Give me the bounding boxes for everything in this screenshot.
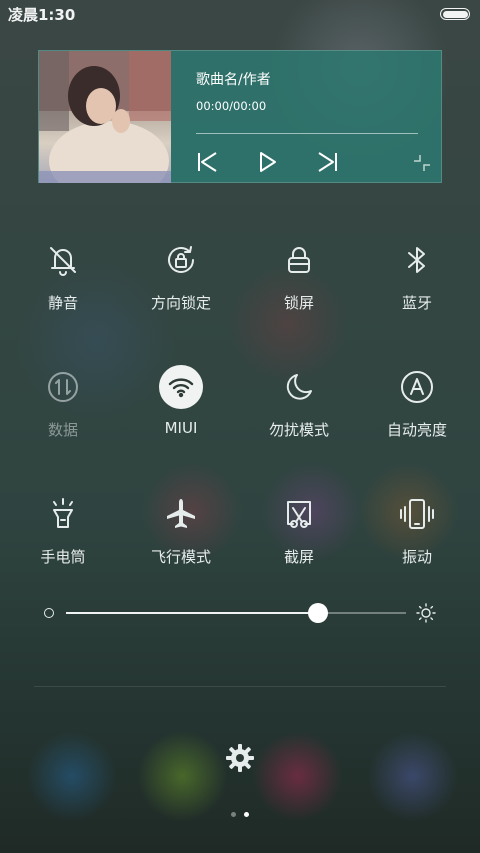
- lock-icon: [277, 238, 321, 282]
- vibrate-icon: [395, 492, 439, 536]
- toggle-do-not-disturb[interactable]: 勿扰模式: [244, 365, 354, 455]
- divider: [34, 686, 446, 687]
- toggle-wifi[interactable]: MIUI: [126, 365, 236, 455]
- status-bar: 凌晨1:30: [0, 0, 480, 28]
- bell-off-icon: [41, 238, 85, 282]
- play-icon: [260, 152, 276, 172]
- toggle-label: 截屏: [283, 548, 314, 566]
- skip-previous-icon: [198, 152, 217, 172]
- album-art[interactable]: [39, 51, 171, 183]
- toggle-label: MIUI: [164, 419, 198, 437]
- previous-track-button[interactable]: [195, 149, 221, 175]
- toggle-label: 蓝牙: [401, 294, 432, 312]
- gear-icon: [226, 744, 254, 772]
- rotation-lock-icon: [159, 238, 203, 282]
- page-indicator: [228, 812, 252, 820]
- bluetooth-icon: [395, 238, 439, 282]
- auto-brightness-icon: [395, 365, 439, 409]
- toggle-airplane-mode[interactable]: 飞行模式: [126, 492, 236, 582]
- toggle-label: 锁屏: [283, 294, 314, 312]
- flashlight-icon: [41, 492, 85, 536]
- next-track-button[interactable]: [314, 149, 340, 175]
- wifi-icon: [159, 365, 203, 409]
- toggle-screenshot[interactable]: 截屏: [244, 492, 354, 582]
- toggle-label: 振动: [401, 548, 432, 566]
- brightness-thumb[interactable]: [307, 603, 328, 623]
- song-title: 歌曲名/作者: [196, 72, 271, 88]
- brightness-slider[interactable]: [40, 600, 440, 626]
- music-widget[interactable]: 歌曲名/作者 00:00/00:00: [38, 50, 442, 183]
- toggle-bluetooth[interactable]: 蓝牙: [362, 238, 472, 328]
- toggle-lock-screen[interactable]: 锁屏: [244, 238, 354, 328]
- battery-icon: [440, 8, 470, 20]
- toggle-rotation-lock[interactable]: 方向锁定: [126, 238, 236, 328]
- toggle-label: 勿扰模式: [268, 421, 329, 439]
- toggle-flashlight[interactable]: 手电筒: [8, 492, 118, 582]
- toggle-silent[interactable]: 静音: [8, 238, 118, 328]
- song-progress-bar[interactable]: [196, 133, 418, 134]
- brightness-low-icon: [44, 608, 54, 618]
- status-time: 凌晨1:30: [8, 5, 76, 24]
- toggle-label: 静音: [47, 294, 78, 312]
- toggle-label: 手电筒: [40, 548, 86, 566]
- screenshot-icon: [277, 492, 321, 536]
- toggle-label: 飞行模式: [150, 548, 211, 566]
- toggle-label: 数据: [47, 421, 78, 439]
- page-dot-current: [244, 812, 249, 817]
- brightness-high-icon: [416, 603, 436, 623]
- brightness-fill: [66, 612, 318, 614]
- moon-icon: [277, 365, 321, 409]
- toggle-mobile-data[interactable]: 数据: [8, 365, 118, 455]
- toggle-vibrate[interactable]: 振动: [362, 492, 472, 582]
- settings-button[interactable]: [224, 742, 256, 774]
- song-time: 00:00/00:00: [196, 99, 267, 113]
- toggle-label: 自动亮度: [386, 421, 447, 439]
- skip-next-icon: [318, 152, 337, 172]
- collapse-icon: [414, 155, 430, 171]
- toggle-label: 方向锁定: [150, 294, 211, 312]
- play-button[interactable]: [254, 149, 280, 175]
- page-dot: [231, 812, 236, 817]
- brightness-track[interactable]: [66, 603, 406, 623]
- toggle-auto-brightness[interactable]: 自动亮度: [362, 365, 472, 455]
- mobile-data-icon: [41, 365, 85, 409]
- airplane-icon: [159, 492, 203, 536]
- collapse-music-button[interactable]: [412, 153, 432, 173]
